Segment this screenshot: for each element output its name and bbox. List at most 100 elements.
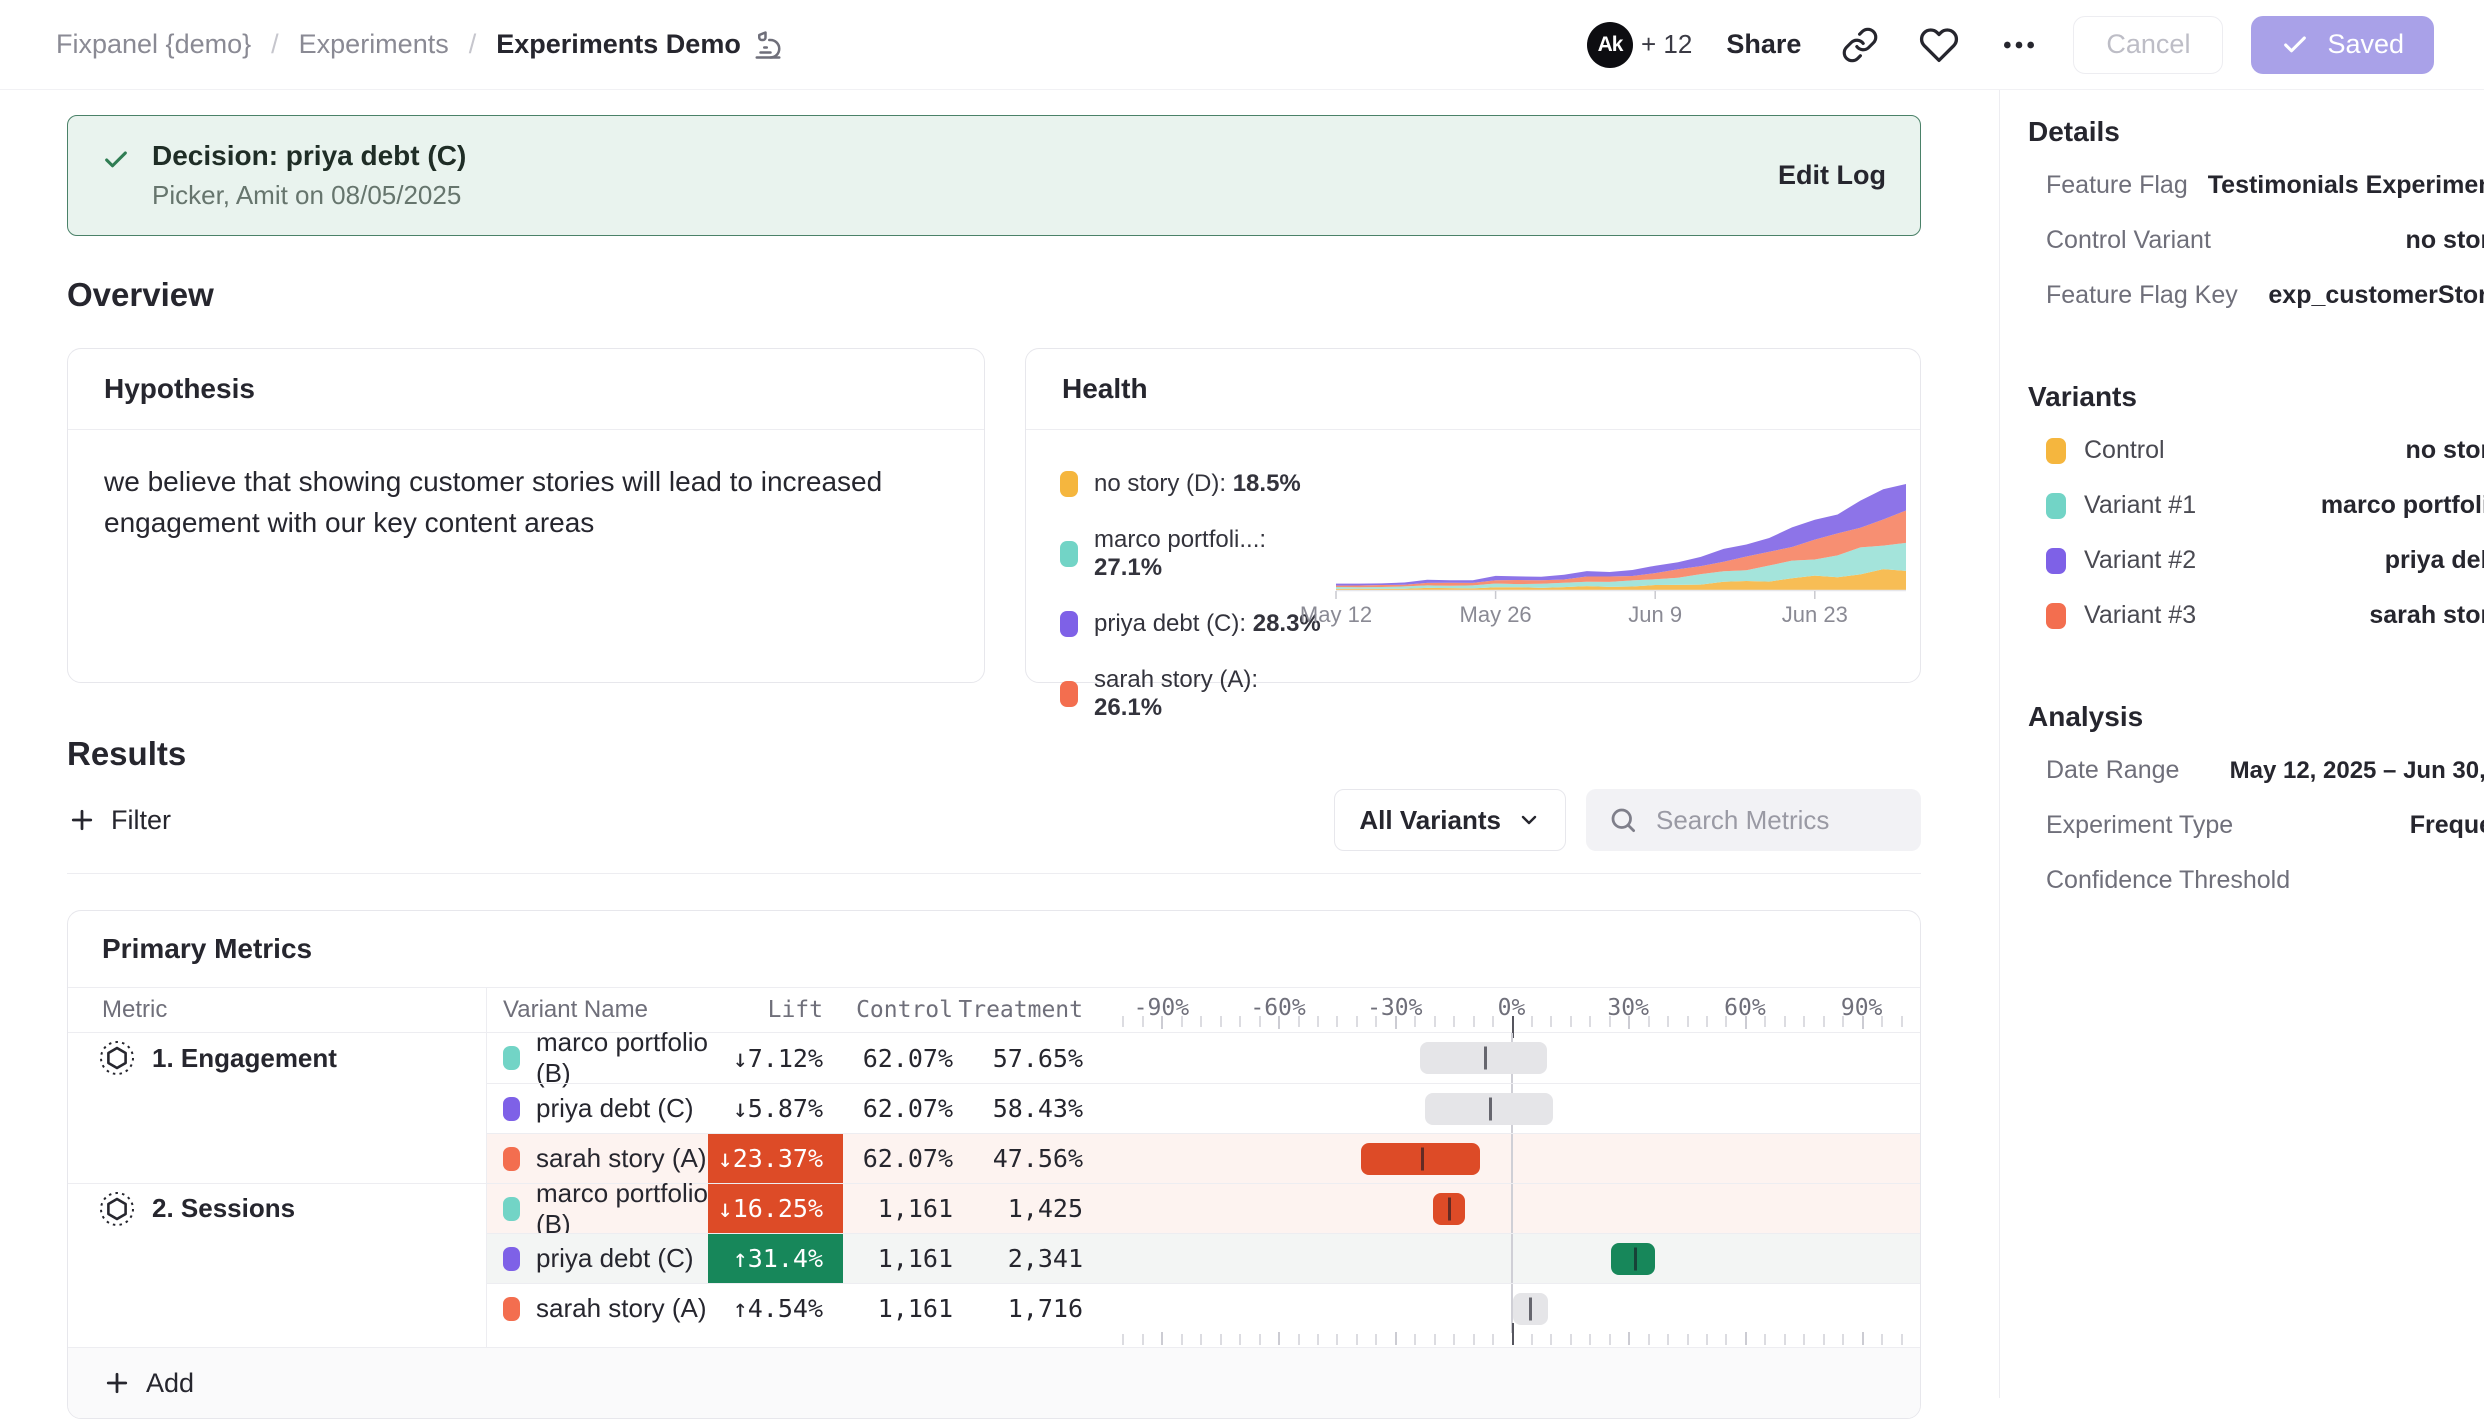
metrics-table-bottom-axis: [68, 1333, 1920, 1347]
variant-name: priya debt (C): [536, 1243, 694, 1274]
ci-axis-tick: [1628, 1332, 1630, 1345]
ci-axis-tick: [1161, 1016, 1163, 1029]
control-cell: 62.07%: [843, 1133, 973, 1183]
ci-axis-tick: [1570, 1334, 1572, 1345]
variant-row-label: Variant #1: [2084, 491, 2196, 520]
saved-button[interactable]: Saved: [2251, 16, 2434, 74]
ci-axis-tick: [1531, 1016, 1533, 1027]
add-filter-button[interactable]: Filter: [67, 805, 171, 836]
filter-button-label: Filter: [111, 805, 171, 836]
ci-axis-tick: [1764, 1016, 1766, 1027]
cancel-button[interactable]: Cancel: [2073, 16, 2223, 74]
metric-row[interactable]: 1. Engagementmarco portfolio (B)↓7.12%62…: [68, 1033, 1920, 1083]
favorite-button[interactable]: [1913, 19, 1965, 71]
metric-row[interactable]: priya debt (C)↑31.4%1,1612,341: [68, 1233, 1920, 1283]
control-variant-value: no story (D): [2406, 226, 2484, 255]
variants-dropdown[interactable]: All Variants: [1334, 789, 1566, 851]
page-title-text: Experiments Demo: [496, 29, 741, 60]
control-cell: 1,161: [843, 1183, 973, 1233]
copy-link-button[interactable]: [1835, 20, 1885, 70]
variant-color-dot: [503, 1297, 520, 1321]
ci-axis-tick: [1901, 1334, 1903, 1345]
feature-flag-label: Feature Flag: [2046, 171, 2188, 200]
variant-row-label: Variant #2: [2084, 546, 2196, 575]
ci-axis-tick: [1142, 1334, 1144, 1345]
variant-name: marco portfolio (B): [536, 1178, 708, 1240]
lift-cell: ↓7.12%: [708, 1033, 843, 1083]
ci-axis-tick: [1239, 1334, 1241, 1345]
confidence-threshold-label: Confidence Threshold: [2046, 866, 2290, 895]
health-legend: no story (D): 18.5%marco portfoli...: 27…: [1060, 470, 1330, 722]
ci-axis-tick: [1181, 1334, 1183, 1345]
ci-axis-tick: [1434, 1334, 1436, 1345]
ci-axis-tick: [1628, 1016, 1630, 1029]
ci-axis-tick: [1317, 1016, 1319, 1027]
ci-axis-tick: [1901, 1016, 1903, 1027]
legend-swatch: [1060, 541, 1078, 567]
health-axis-label: Jun 23: [1782, 602, 1848, 627]
ci-axis-tick: [1764, 1334, 1766, 1345]
column-header-lift: Lift: [708, 988, 843, 1032]
share-button[interactable]: Share: [1720, 29, 1807, 60]
edit-log-link[interactable]: Edit Log: [1778, 160, 1886, 191]
treatment-cell: 58.43%: [973, 1083, 1103, 1133]
metrics-table-header: MetricVariant NameLiftControlTreatment-9…: [68, 988, 1920, 1032]
variant-color-swatch: [2046, 548, 2066, 574]
metric-row[interactable]: 2. Sessionsmarco portfolio (B)↓16.25%1,1…: [68, 1183, 1920, 1233]
more-options-button[interactable]: [1993, 19, 2045, 71]
ci-axis-tick: [1745, 1016, 1747, 1029]
ci-axis-tick: [1492, 1016, 1494, 1027]
ci-axis-tick: [1725, 1016, 1727, 1027]
metric-row[interactable]: priya debt (C)↓5.87%62.07%58.43%: [68, 1083, 1920, 1133]
experiment-type-label: Experiment Type: [2046, 811, 2233, 840]
variant-row-3: Variant #3sarah story (A): [2018, 588, 2484, 643]
health-chart-container: May 12May 26Jun 9Jun 23: [1330, 474, 1910, 722]
metric-row[interactable]: sarah story (A)↓23.37%62.07%47.56%: [68, 1133, 1920, 1183]
metric-goal-icon: [98, 1190, 136, 1228]
variant-row-value: sarah story (A): [2369, 601, 2484, 630]
bottom-axis-ticks: [1103, 1333, 1920, 1347]
breadcrumb-project-link[interactable]: Fixpanel {demo}: [56, 29, 251, 60]
hypothesis-body: we believe that showing customer stories…: [68, 430, 984, 543]
variant-color-dot: [503, 1247, 520, 1271]
details-sidebar: Details Feature Flag Testimonials Experi…: [1999, 90, 2484, 1398]
results-toolbar: Filter All Variants: [67, 789, 1921, 851]
add-metric-button[interactable]: Add: [68, 1347, 1920, 1418]
lift-point-marker: [1421, 1147, 1424, 1170]
variant-row-label-group: Variant #2: [2046, 546, 2196, 575]
variant-color-dot: [503, 1046, 520, 1070]
avatar-overflow-count[interactable]: + 12: [1641, 29, 1692, 60]
avatar-stack[interactable]: Ak + 12: [1587, 22, 1692, 68]
variant-name: sarah story (A): [536, 1293, 707, 1324]
feature-flag-value[interactable]: Testimonials Experiment: [2208, 171, 2484, 200]
date-range-label: Date Range: [2046, 756, 2179, 785]
column-header-control: Control: [843, 988, 973, 1032]
metric-row[interactable]: sarah story (A)↑4.54%1,1611,716: [68, 1283, 1920, 1333]
avatar[interactable]: Ak: [1587, 22, 1633, 68]
confidence-interval-cell: [1103, 1183, 1920, 1233]
ci-axis-tick: [1200, 1016, 1202, 1027]
ci-axis-tick: [1589, 1334, 1591, 1345]
variant-cell: marco portfolio (B): [487, 1183, 708, 1233]
ci-axis-tick: [1881, 1334, 1883, 1345]
ci-axis-ruler: [1103, 1331, 1920, 1347]
details-heading: Details: [2028, 116, 2484, 148]
bottom-axis-spacer: [843, 1333, 973, 1347]
variant-color-dot: [503, 1097, 520, 1121]
ci-axis-tick: [1395, 1332, 1397, 1345]
lift-cell: ↑4.54%: [708, 1283, 843, 1333]
variant-cell: marco portfolio (B): [487, 1033, 708, 1083]
breadcrumb-experiments-link[interactable]: Experiments: [299, 29, 449, 60]
analysis-heading: Analysis: [2028, 701, 2484, 733]
variants-list: Controlno story (D)Variant #1marco portf…: [2018, 423, 2484, 643]
bottom-axis-spacer: [708, 1333, 843, 1347]
legend-label: sarah story (A): 26.1%: [1094, 666, 1330, 722]
results-divider: [67, 873, 1921, 874]
decision-banner: Decision: priya debt (C) Picker, Amit on…: [67, 115, 1921, 236]
search-metrics-input[interactable]: [1654, 804, 1899, 837]
search-metrics-box[interactable]: [1586, 789, 1921, 851]
ci-axis-tick: [1667, 1334, 1669, 1345]
ci-axis-tick: [1375, 1016, 1377, 1027]
health-stacked-area-chart: May 12May 26Jun 9Jun 23: [1330, 474, 1910, 626]
variant-row-label-group: Variant #1: [2046, 491, 2196, 520]
